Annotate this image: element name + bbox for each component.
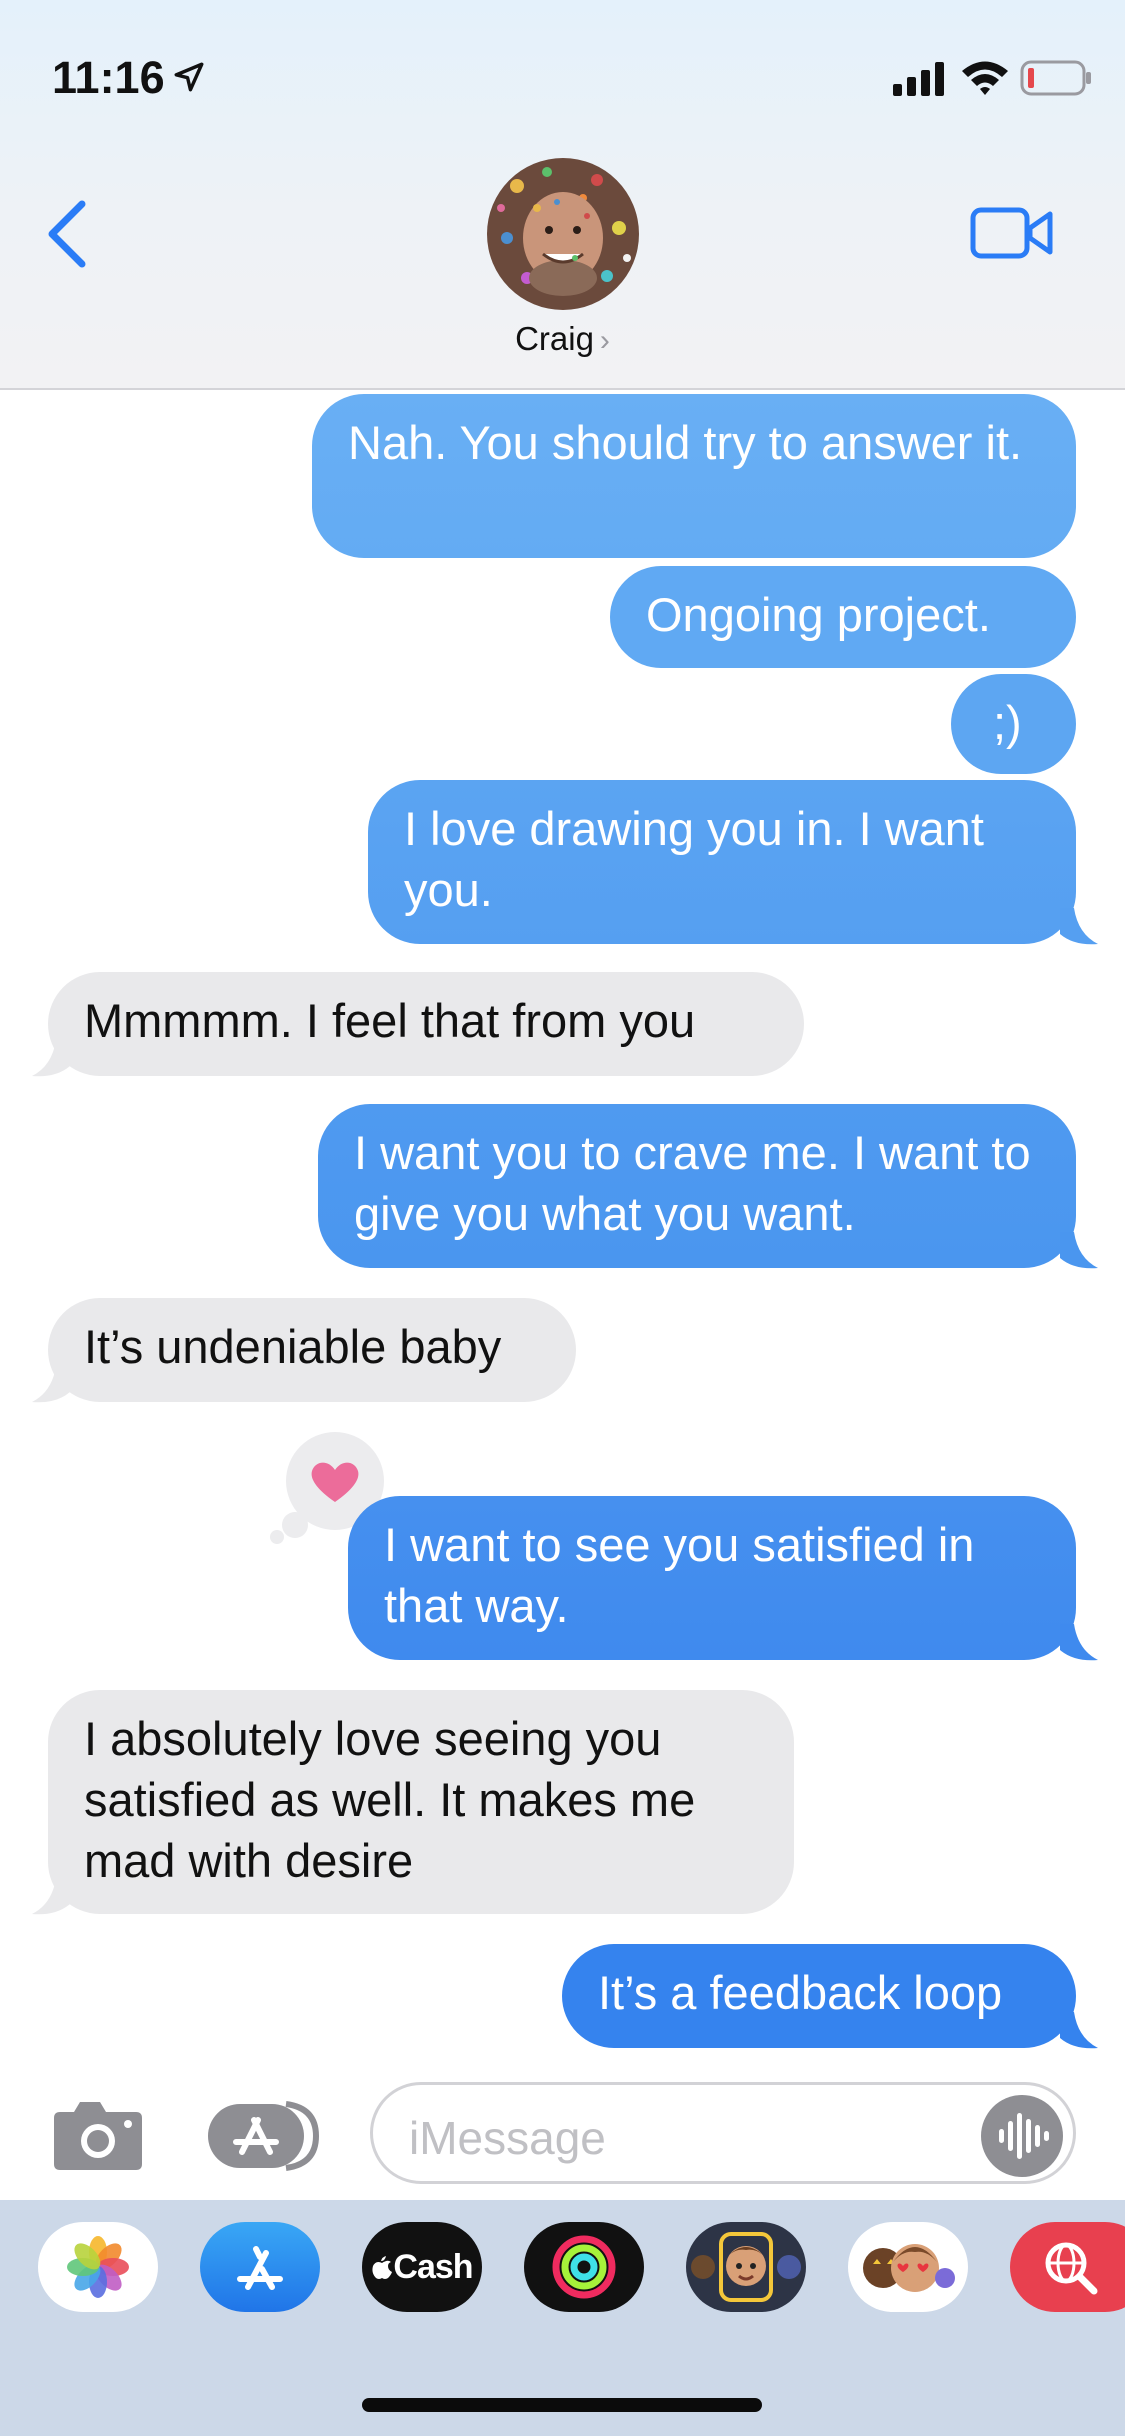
app-store-icon bbox=[237, 2246, 283, 2290]
contact-name: Craig bbox=[515, 320, 594, 357]
memoji-stickers-app-button[interactable] bbox=[848, 2222, 968, 2312]
sent-message[interactable]: Nah. You should try to answer it. bbox=[312, 394, 1076, 558]
chevron-right-icon: › bbox=[599, 324, 610, 357]
status-time: 11:16 bbox=[52, 52, 165, 103]
apple-cash-label: Cash bbox=[393, 2247, 473, 2286]
bubble-tail bbox=[1060, 908, 1098, 945]
heart-icon bbox=[311, 1462, 359, 1502]
bubble-tail bbox=[32, 1040, 70, 1077]
audio-message-icon[interactable] bbox=[979, 2093, 1065, 2179]
sent-message[interactable]: I love drawing you in. I want you. bbox=[368, 780, 1076, 944]
app-store-apps-icon[interactable] bbox=[206, 2100, 322, 2172]
message-text: I want you to crave me. I want to give y… bbox=[354, 1126, 1031, 1240]
message-text: I love drawing you in. I want you. bbox=[404, 802, 984, 916]
battery-icon bbox=[1020, 60, 1091, 96]
imessage-input[interactable]: iMessage bbox=[370, 2082, 1076, 2184]
web-search-app-button[interactable] bbox=[1010, 2222, 1125, 2312]
message-text: I want to see you satisfied in that way. bbox=[384, 1518, 975, 1632]
contact-name-button[interactable]: Craig › bbox=[0, 320, 1125, 358]
message-text: Ongoing project. bbox=[646, 588, 991, 641]
contact-avatar[interactable] bbox=[487, 158, 639, 310]
message-text: Mmmmm. I feel that from you bbox=[84, 994, 696, 1047]
sent-message[interactable]: It’s a feedback loop bbox=[562, 1944, 1076, 2048]
message-text: I absolutely love seeing you satisfied a… bbox=[84, 1712, 696, 1887]
received-message[interactable]: I absolutely love seeing you satisfied a… bbox=[48, 1690, 794, 1914]
sent-message[interactable]: Ongoing project. bbox=[610, 566, 1076, 668]
activity-app-button[interactable] bbox=[524, 2222, 644, 2312]
photos-app-button[interactable] bbox=[38, 2222, 158, 2312]
message-text: It’s undeniable baby bbox=[84, 1320, 502, 1373]
received-message[interactable]: It’s undeniable baby bbox=[48, 1298, 576, 1402]
wifi-icon bbox=[962, 61, 1008, 95]
message-text: Nah. You should try to answer it. bbox=[348, 416, 1023, 469]
memoji-icon bbox=[691, 2232, 801, 2302]
apple-logo-icon bbox=[372, 2256, 393, 2279]
sent-message[interactable]: I want you to crave me. I want to give y… bbox=[318, 1104, 1076, 1268]
location-arrow-icon bbox=[174, 62, 204, 92]
sent-message[interactable]: I want to see you satisfied in that way. bbox=[348, 1496, 1076, 1660]
apple-cash-app-button[interactable]: Cash bbox=[362, 2222, 482, 2312]
bubble-tail bbox=[32, 1366, 70, 1403]
back-chevron-icon[interactable] bbox=[42, 198, 92, 270]
compose-bar: iMessage bbox=[0, 2066, 1125, 2200]
imessage-placeholder: iMessage bbox=[409, 2112, 606, 2164]
sent-message[interactable]: ;) bbox=[951, 674, 1076, 774]
message-text: ;) bbox=[993, 696, 1022, 749]
camera-icon[interactable] bbox=[50, 2100, 146, 2172]
message-text: It’s a feedback loop bbox=[598, 1966, 1003, 2019]
web-search-icon bbox=[1045, 2242, 1098, 2295]
conversation-header: 11:16 Craig › bbox=[0, 0, 1125, 390]
animoji-stickers-icon bbox=[863, 2244, 955, 2292]
app-store-app-button[interactable] bbox=[200, 2222, 320, 2312]
bubble-tail bbox=[1060, 1232, 1098, 1269]
bubble-tail bbox=[32, 1878, 70, 1915]
photos-icon bbox=[67, 2236, 129, 2298]
bubble-tail bbox=[1060, 1624, 1098, 1661]
cellular-signal-icon bbox=[893, 62, 944, 96]
facetime-video-icon[interactable] bbox=[970, 204, 1054, 262]
home-indicator[interactable] bbox=[362, 2398, 762, 2412]
bubble-tail bbox=[1060, 2012, 1098, 2049]
received-message[interactable]: Mmmmm. I feel that from you bbox=[48, 972, 804, 1076]
activity-icon bbox=[552, 2235, 616, 2299]
memoji-app-button[interactable] bbox=[686, 2222, 806, 2312]
